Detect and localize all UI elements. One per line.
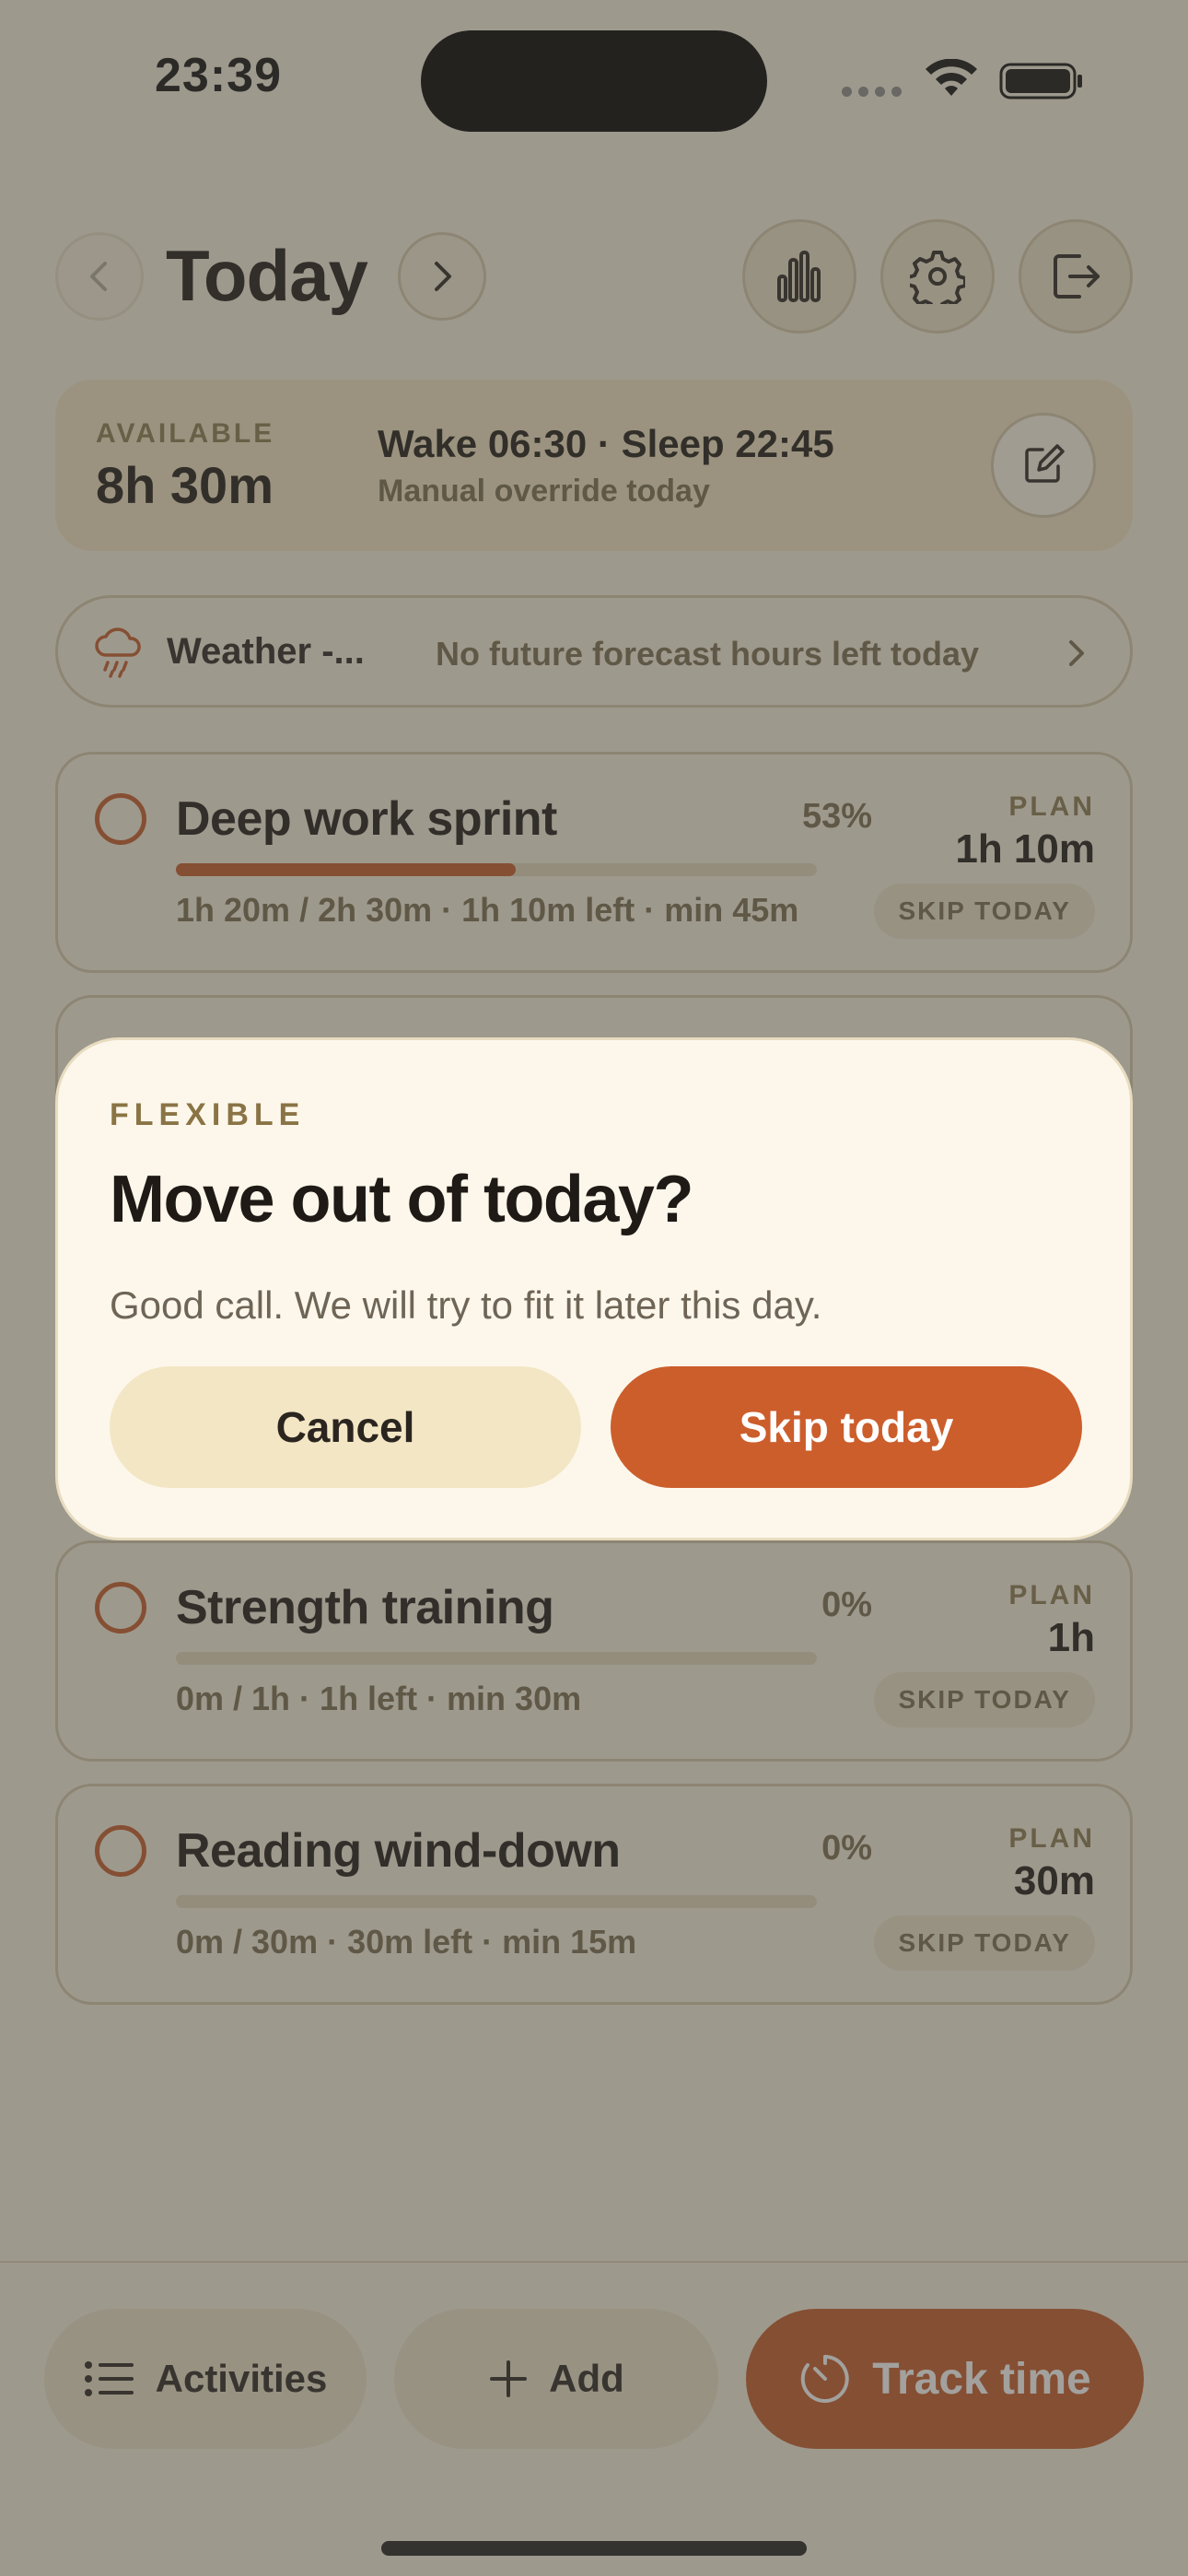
app-screen: 23:39 Today	[0, 0, 1188, 2576]
confirm-skip-today-button[interactable]: Skip today	[611, 1366, 1082, 1488]
skip-today-dialog: FLEXIBLE Move out of today? Good call. W…	[55, 1037, 1133, 1540]
dialog-body: Good call. We will try to fit it later t…	[110, 1283, 822, 1327]
dialog-title: Move out of today?	[110, 1163, 693, 1236]
cancel-button[interactable]: Cancel	[110, 1366, 581, 1488]
dialog-eyebrow: FLEXIBLE	[110, 1097, 306, 1132]
